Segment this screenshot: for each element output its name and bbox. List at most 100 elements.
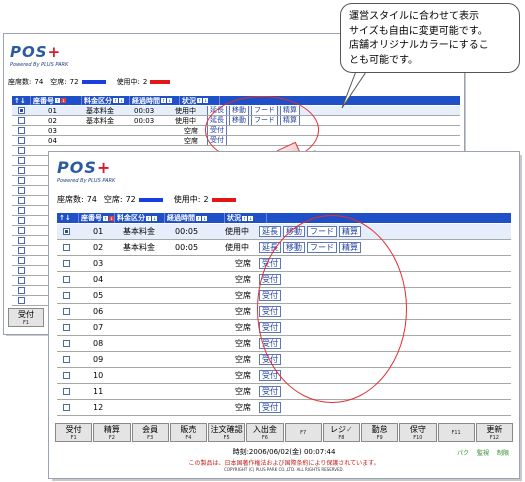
back-row-radio[interactable] xyxy=(18,217,25,224)
fkey-cash-in-out[interactable]: 入出金 F6 xyxy=(246,423,284,442)
back-sort-icon[interactable]: ↓ xyxy=(119,98,124,103)
back-row-radio[interactable] xyxy=(18,237,25,244)
front-status: 空席 xyxy=(235,307,251,316)
front-row-radio[interactable] xyxy=(63,308,70,315)
back-col-fee[interactable]: 料金区分 ↑ ↓ xyxy=(82,96,130,105)
back-row-radio[interactable] xyxy=(18,137,25,144)
back-row-radio[interactable] xyxy=(18,147,25,154)
back-status: 空席 xyxy=(184,136,198,145)
back-col-seat[interactable]: 座番号 ↑ ↓ xyxy=(31,96,82,105)
back-select-col[interactable]: ↑↓ xyxy=(12,96,31,105)
fkey-number: F1 xyxy=(70,435,77,441)
back-row-radio[interactable] xyxy=(18,297,25,304)
back-sort-icon[interactable]: ↓ xyxy=(203,98,208,103)
front-col-fee-label: 料金区分 xyxy=(117,214,145,222)
front-vacant-label: 空席: xyxy=(103,195,123,204)
front-sort-icon[interactable]: ↓ xyxy=(152,215,157,221)
front-row-radio[interactable] xyxy=(63,324,70,331)
back-row-radio[interactable] xyxy=(18,277,25,284)
front-sort-icon[interactable]: ↑ xyxy=(146,215,151,221)
back-row-radio[interactable] xyxy=(18,107,25,114)
reception-button[interactable]: 受付 xyxy=(259,385,281,398)
back-sort-icon[interactable]: ↑ xyxy=(55,98,60,103)
back-row-radio[interactable] xyxy=(18,157,25,164)
footer-link[interactable]: パク xyxy=(457,448,469,457)
front-seat-number: 12 xyxy=(93,403,104,412)
back-row-radio[interactable] xyxy=(18,247,25,254)
back-col-time-label: 経過時間 xyxy=(132,96,160,105)
back-row-radio[interactable] xyxy=(18,267,25,274)
extend-button[interactable]: 延長 xyxy=(259,225,281,238)
front-sort-icon[interactable]: ↑ xyxy=(242,215,247,221)
fkey-member[interactable]: 会員 F3 xyxy=(131,423,169,442)
front-sort-icon[interactable]: ↓ xyxy=(248,215,253,221)
back-row-radio[interactable] xyxy=(18,287,25,294)
back-sort-icon[interactable]: ↑ xyxy=(113,98,118,103)
front-select-col[interactable]: ↑↓ xyxy=(57,213,79,223)
front-row-radio[interactable] xyxy=(63,260,70,267)
back-elapsed-time: 00:03 xyxy=(134,106,155,115)
front-col-time[interactable]: 経過時間 ↑ ↓ xyxy=(165,213,225,223)
front-seat-number: 08 xyxy=(93,339,104,348)
back-row-radio[interactable] xyxy=(18,117,25,124)
table-row[interactable]: 11 空席 受付 xyxy=(57,384,511,400)
front-sort-icon[interactable]: ↓ xyxy=(109,215,114,221)
fkey-reception[interactable]: 受付 F1 xyxy=(55,423,93,442)
back-sort-icon[interactable]: ↓ xyxy=(61,98,66,103)
front-row-radio[interactable] xyxy=(63,276,70,283)
back-row-radio[interactable] xyxy=(18,207,25,214)
table-row[interactable]: 12 空席 受付 xyxy=(57,400,511,416)
fkey-order-confirm[interactable]: 注文確認 F5 xyxy=(208,423,246,442)
fkey-maintenance[interactable]: 保守 F10 xyxy=(399,423,437,442)
front-status: 空席 xyxy=(235,275,251,284)
reception-button[interactable]: 受付 xyxy=(259,401,281,414)
front-row-radio[interactable] xyxy=(63,292,70,299)
fkey-label: 更新 xyxy=(486,425,503,434)
front-logo-main: POS xyxy=(57,158,97,177)
fkey-sales[interactable]: 販売 F4 xyxy=(169,423,207,442)
back-row-radio[interactable] xyxy=(18,227,25,234)
front-seat-number: 02 xyxy=(93,243,104,252)
front-col-fee[interactable]: 料金区分 ↑ ↓ xyxy=(115,213,165,223)
front-sort-icon[interactable]: ↑ xyxy=(103,215,108,221)
front-sort-icon[interactable]: ↓ xyxy=(202,215,207,221)
back-col-fee-label: 料金区分 xyxy=(84,96,112,105)
front-row-radio[interactable] xyxy=(63,356,70,363)
fkey-refresh[interactable]: 更新 F12 xyxy=(475,423,513,442)
back-sort-icon[interactable]: ↓ xyxy=(167,98,172,103)
back-row-radio[interactable] xyxy=(18,167,25,174)
back-sort-icon[interactable]: ↑ xyxy=(197,98,202,103)
front-row-radio[interactable] xyxy=(63,388,70,395)
front-seat-number: 04 xyxy=(93,275,104,284)
back-col-time[interactable]: 経過時間 ↑ ↓ xyxy=(130,96,180,105)
fkey-attendance[interactable]: 勤怠 F9 xyxy=(361,423,399,442)
footer-links: パク 監視 制限 xyxy=(457,448,509,457)
front-row-radio[interactable] xyxy=(63,244,70,251)
back-row-radio[interactable] xyxy=(18,127,25,134)
fkey-number: F12 xyxy=(489,435,499,441)
fkey-register[interactable]: レジ✓ F8 xyxy=(322,423,360,442)
front-row-radio[interactable] xyxy=(63,404,70,411)
back-sort-icon[interactable]: ↑ xyxy=(161,98,166,103)
footer-link[interactable]: 制限 xyxy=(497,448,509,457)
back-row-radio[interactable] xyxy=(18,187,25,194)
front-row-radio[interactable] xyxy=(63,340,70,347)
front-col-seat[interactable]: 座番号 ↑ ↓ xyxy=(79,213,115,223)
back-row-radio[interactable] xyxy=(18,197,25,204)
front-row-radio[interactable] xyxy=(63,228,70,235)
back-fee-class: 基本料金 xyxy=(86,116,114,125)
back-col-status[interactable]: 状況 ↑ ↓ xyxy=(180,96,220,105)
front-inuse-label: 使用中: xyxy=(173,195,201,204)
fkey-f11[interactable]: F11 xyxy=(437,423,475,442)
back-fkey-reception[interactable]: 受付 F1 xyxy=(8,308,44,327)
footer-link[interactable]: 監視 xyxy=(477,448,489,457)
front-col-status[interactable]: 状況 ↑ ↓ xyxy=(225,213,267,223)
back-seat-number: 04 xyxy=(48,136,57,145)
front-sort-icon[interactable]: ↑ xyxy=(196,215,201,221)
fkey-f7[interactable]: F7 xyxy=(284,423,322,442)
back-row-radio[interactable] xyxy=(18,257,25,264)
back-row-radio[interactable] xyxy=(18,177,25,184)
fkey-checkout[interactable]: 精算 F2 xyxy=(93,423,131,442)
back-fee-class: 基本料金 xyxy=(86,106,114,115)
front-row-radio[interactable] xyxy=(63,372,70,379)
